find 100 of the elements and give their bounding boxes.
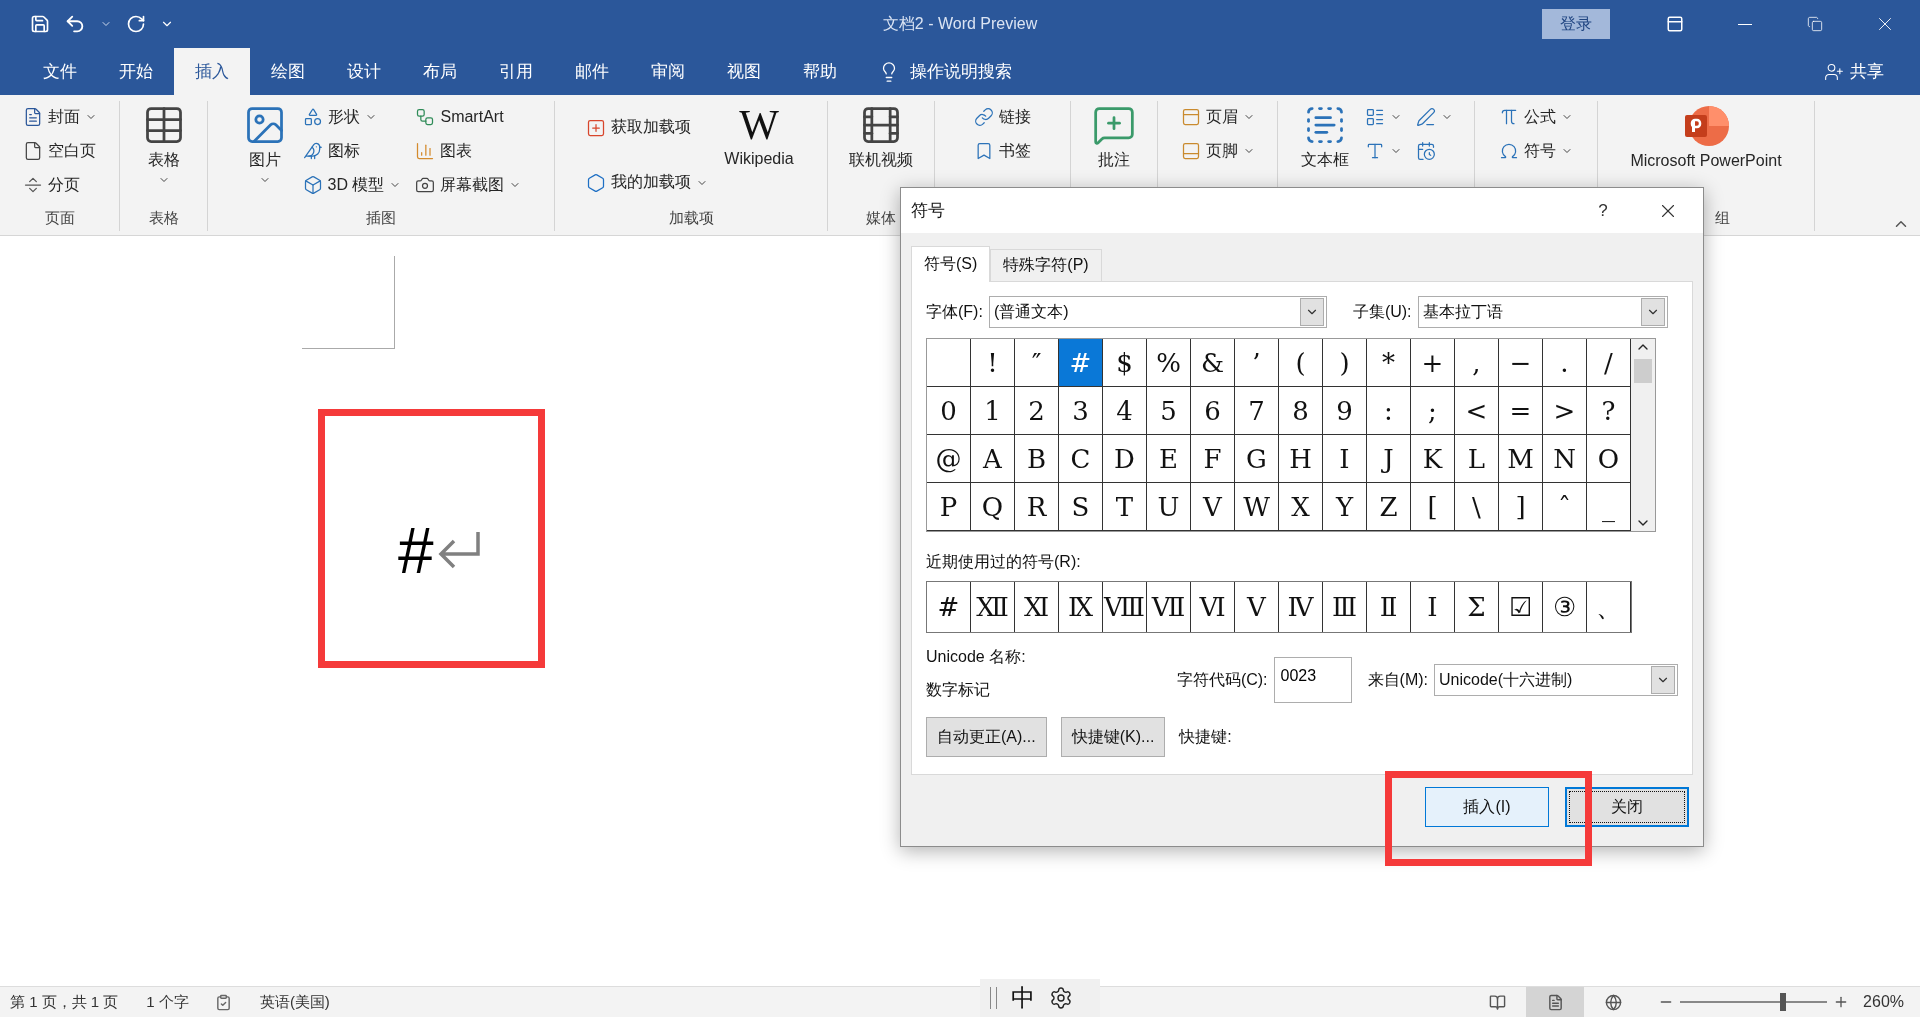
zoom-level[interactable]: 260%: [1863, 993, 1904, 1011]
symbol-cell[interactable]: T: [1103, 483, 1147, 531]
symbol-cell[interactable]: 8: [1279, 387, 1323, 435]
symbol-cell[interactable]: [927, 339, 971, 387]
symbol-cell[interactable]: %: [1147, 339, 1191, 387]
ribbon-tab[interactable]: 绘图: [250, 48, 326, 95]
symbol-cell[interactable]: 6: [1191, 387, 1235, 435]
symbol-cell[interactable]: O: [1587, 435, 1631, 483]
symbol-cell[interactable]: 9: [1323, 387, 1367, 435]
proofing-icon[interactable]: [214, 993, 232, 1011]
undo-icon[interactable]: [64, 13, 86, 35]
symbol-cell[interactable]: ?: [1587, 387, 1631, 435]
symbol-cell[interactable]: _: [1587, 483, 1631, 531]
symbol-cell[interactable]: ˆ: [1543, 483, 1587, 531]
symbol-cell[interactable]: W: [1235, 483, 1279, 531]
dialog-tab[interactable]: 符号(S): [911, 246, 991, 282]
share-button[interactable]: 共享: [1818, 48, 1890, 95]
symbol-cell[interactable]: &: [1191, 339, 1235, 387]
ribbon-button[interactable]: 符号: [1497, 135, 1575, 167]
symbol-cell[interactable]: R: [1015, 483, 1059, 531]
redo-icon[interactable]: [126, 14, 146, 34]
ribbon-large-button[interactable]: 图片: [238, 101, 291, 188]
symbol-cell[interactable]: /: [1587, 339, 1631, 387]
symbol-cell[interactable]: −: [1499, 339, 1543, 387]
sign-in-button[interactable]: 登录: [1542, 9, 1610, 39]
symbol-cell[interactable]: ]: [1499, 483, 1543, 531]
dialog-button[interactable]: 快捷键(K)...: [1060, 717, 1166, 757]
ribbon-button[interactable]: 分页: [20, 169, 99, 201]
symbol-cell[interactable]: P: [927, 483, 971, 531]
ribbon-button[interactable]: 页脚: [1178, 135, 1257, 167]
symbol-cell[interactable]: 4: [1103, 387, 1147, 435]
symbol-cell[interactable]: *: [1367, 339, 1411, 387]
dialog-button[interactable]: 关闭: [1565, 787, 1689, 827]
symbol-cell[interactable]: H: [1279, 435, 1323, 483]
dialog-tab[interactable]: 特殊字符(P): [990, 249, 1102, 281]
ribbon-button[interactable]: 我的加载项: [584, 166, 711, 199]
symbol-cell[interactable]: A: [971, 435, 1015, 483]
symbol-cell[interactable]: 3: [1059, 387, 1103, 435]
ribbon-large-button[interactable]: W Wikipedia: [720, 101, 798, 170]
ribbon-button[interactable]: 图表: [413, 135, 524, 167]
font-dropdown[interactable]: (普通文本): [988, 296, 1327, 328]
symbol-cell[interactable]: =: [1499, 387, 1543, 435]
ribbon-large-button[interactable]: 表格: [137, 101, 190, 188]
symbol-cell[interactable]: +: [1411, 339, 1455, 387]
symbol-cell[interactable]: N: [1543, 435, 1587, 483]
symbol-cell[interactable]: ,: [1455, 339, 1499, 387]
symbol-cell[interactable]: 5: [1147, 387, 1191, 435]
symbol-cell[interactable]: F: [1191, 435, 1235, 483]
symbol-cell[interactable]: \: [1455, 483, 1499, 531]
symbol-cell[interactable]: I: [1323, 435, 1367, 483]
ribbon-tab[interactable]: 文件: [22, 48, 98, 95]
symbol-cell[interactable]: [: [1411, 483, 1455, 531]
ribbon-tab[interactable]: 插入: [174, 48, 250, 95]
encoding-dropdown[interactable]: Unicode(十六进制): [1434, 664, 1678, 696]
view-button[interactable]: [1526, 987, 1585, 1017]
ime-mode[interactable]: 中: [1011, 982, 1035, 1014]
language-status[interactable]: 英语(美国): [259, 992, 330, 1012]
symbol-cell[interactable]: D: [1103, 435, 1147, 483]
symbol-cell[interactable]: C: [1059, 435, 1103, 483]
save-icon[interactable]: [30, 14, 50, 34]
page-count[interactable]: 第 1 页，共 1 页: [10, 992, 119, 1012]
dropdown-button[interactable]: [1651, 666, 1675, 694]
symbol-cell[interactable]: V: [1191, 483, 1235, 531]
symbol-cell[interactable]: :: [1367, 387, 1411, 435]
symbol-cell[interactable]: X: [1279, 483, 1323, 531]
symbol-cell[interactable]: E: [1147, 435, 1191, 483]
tell-me-search[interactable]: 操作说明搜索: [910, 60, 1012, 83]
symbol-cell[interactable]: >: [1543, 387, 1587, 435]
symbol-cell[interactable]: U: [1147, 483, 1191, 531]
ribbon-tab[interactable]: 审阅: [630, 48, 706, 95]
ribbon-tab[interactable]: 布局: [402, 48, 478, 95]
ribbon-tab[interactable]: 引用: [478, 48, 554, 95]
subset-dropdown[interactable]: 基本拉丁语: [1417, 296, 1668, 328]
symbol-cell[interactable]: Q: [971, 483, 1015, 531]
ribbon-button[interactable]: 获取加载项: [584, 111, 711, 144]
ribbon-tab[interactable]: 邮件: [554, 48, 630, 95]
ribbon-tab[interactable]: 帮助: [782, 48, 858, 95]
symbol-cell[interactable]: K: [1411, 435, 1455, 483]
ribbon-button[interactable]: 屏幕截图: [413, 169, 524, 201]
symbol-cell[interactable]: (: [1279, 339, 1323, 387]
symbol-cell[interactable]: M: [1499, 435, 1543, 483]
settings-icon[interactable]: [1049, 986, 1073, 1010]
scroll-thumb[interactable]: [1634, 359, 1652, 383]
help-button[interactable]: ?: [1573, 188, 1633, 233]
word-count[interactable]: 1 个字: [146, 992, 189, 1012]
symbol-cell[interactable]: <: [1455, 387, 1499, 435]
ribbon-button[interactable]: 3D 模型: [300, 169, 404, 201]
ribbon-button[interactable]: 公式: [1497, 101, 1575, 133]
symbol-cell[interactable]: ): [1323, 339, 1367, 387]
ribbon-tab[interactable]: 视图: [706, 48, 782, 95]
ribbon-button[interactable]: 空白页: [20, 135, 99, 167]
symbol-cell[interactable]: Z: [1367, 483, 1411, 531]
symbol-cell[interactable]: Y: [1323, 483, 1367, 531]
symbol-cell[interactable]: G: [1235, 435, 1279, 483]
ribbon-large-button[interactable]: 联机视频: [845, 101, 917, 173]
symbol-cell[interactable]: 7: [1235, 387, 1279, 435]
symbol-cell[interactable]: J: [1367, 435, 1411, 483]
ribbon-button[interactable]: SmartArt: [413, 101, 524, 133]
ribbon-button[interactable]: 书签: [972, 135, 1033, 167]
ribbon-large-button[interactable]: Microsoft PowerPoint: [1626, 101, 1786, 172]
